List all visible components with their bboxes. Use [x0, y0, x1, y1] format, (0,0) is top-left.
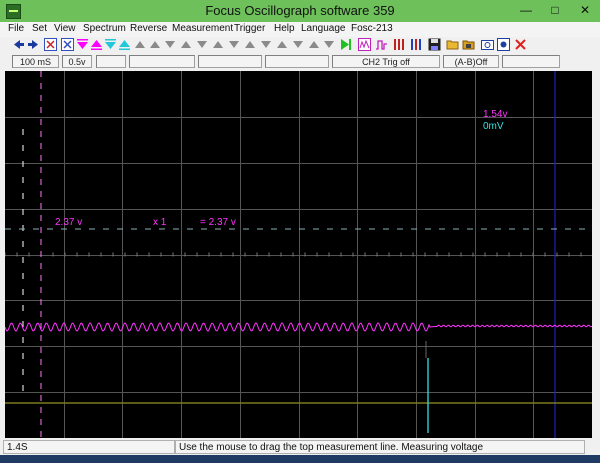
triangle-up-icon[interactable] [275, 38, 288, 51]
triangle-up-icon[interactable] [133, 38, 146, 51]
settings-row: 100 mS 0.5v CH2 Trig off (A-B)Off [0, 54, 600, 70]
triangle-down-icon[interactable] [291, 38, 304, 51]
arrow-left-icon[interactable] [12, 38, 25, 51]
triangle-up-icon[interactable] [148, 38, 161, 51]
timebase-display[interactable]: 100 mS [12, 55, 59, 68]
triangle-up-icon[interactable] [307, 38, 320, 51]
menu-file[interactable]: File [8, 23, 24, 34]
menu-reverse[interactable]: Reverse [130, 23, 167, 34]
trigger-status[interactable]: CH2 Trig off [332, 55, 440, 68]
blank-display [96, 55, 126, 68]
ch1-waveform [5, 322, 592, 332]
triangle-down-icon[interactable] [322, 38, 335, 51]
blank-display [198, 55, 262, 68]
menu-set[interactable]: Set [32, 23, 47, 34]
triangle-down-icon[interactable] [163, 38, 176, 51]
triangle-down-icon[interactable] [227, 38, 240, 51]
menu-bar: File Set View Spectrum Reverse Measureme… [0, 22, 600, 37]
status-bar: 1.4S Use the mouse to drag the top measu… [0, 440, 600, 455]
screenshot-icon[interactable] [481, 38, 494, 51]
record-icon[interactable] [497, 38, 510, 51]
measure-voltage-label: 2.37 v [55, 217, 82, 228]
menu-help[interactable]: Help [274, 23, 295, 34]
math-status[interactable]: (A-B)Off [443, 55, 499, 68]
scope-canvas[interactable]: 2.37 v x 1 = 2.37 v 1.54v0mV [5, 71, 592, 438]
triangle-down-icon[interactable] [104, 38, 117, 51]
triangle-up-icon[interactable] [243, 38, 256, 51]
triangle-up-icon[interactable] [90, 38, 103, 51]
menu-view[interactable]: View [54, 23, 76, 34]
run-icon[interactable] [339, 38, 352, 51]
blank-display [265, 55, 329, 68]
triangle-down-icon[interactable] [76, 38, 89, 51]
triangle-down-icon[interactable] [259, 38, 272, 51]
menu-language[interactable]: Language [301, 23, 346, 34]
save-icon[interactable] [428, 38, 441, 51]
menu-trigger[interactable]: Trigger [234, 23, 265, 34]
triangle-up-icon[interactable] [118, 38, 131, 51]
arrow-right-icon[interactable] [27, 38, 40, 51]
bars-icon[interactable] [393, 38, 406, 51]
menu-measurement[interactable]: Measurement [172, 23, 233, 34]
measure-multiplier-label: x 1 [153, 217, 167, 228]
measure-result-label: = 2.37 v [200, 217, 236, 228]
maximize-icon[interactable]: □ [543, 2, 567, 18]
close-window-icon[interactable]: ✕ [573, 2, 597, 18]
ch1-offset-label: 1.54v [483, 109, 507, 120]
menu-spectrum[interactable]: Spectrum [83, 23, 126, 34]
ch2-offset-label: 0mV [483, 121, 504, 132]
open-icon[interactable] [446, 38, 459, 51]
time-readout: 1.4S [3, 440, 175, 454]
minimize-icon[interactable]: — [514, 2, 538, 18]
triangle-up-icon[interactable] [179, 38, 192, 51]
blank-display [129, 55, 195, 68]
pulse-icon[interactable] [375, 38, 388, 51]
x-box-icon[interactable] [44, 38, 57, 51]
open-icon[interactable] [462, 38, 475, 51]
close-icon[interactable] [514, 38, 527, 51]
bars-icon[interactable] [410, 38, 423, 51]
blank-display [502, 55, 560, 68]
x-box-icon[interactable] [61, 38, 74, 51]
title-bar: Focus Oscillograph software 359 — □ ✕ [0, 0, 600, 22]
volts-div-display[interactable]: 0.5v [62, 55, 92, 68]
triangle-down-icon[interactable] [195, 38, 208, 51]
fft-icon[interactable] [358, 38, 371, 51]
window-title: Focus Oscillograph software 359 [205, 3, 395, 18]
taskbar [0, 455, 600, 463]
triangle-up-icon[interactable] [211, 38, 224, 51]
toolbar [0, 37, 600, 54]
menu-fosc[interactable]: Fosc-213 [351, 23, 393, 34]
oscilloscope-screen[interactable]: 2.37 v x 1 = 2.37 v 1.54v 0mV [5, 71, 592, 438]
status-message: Use the mouse to drag the top measuremen… [175, 440, 585, 454]
